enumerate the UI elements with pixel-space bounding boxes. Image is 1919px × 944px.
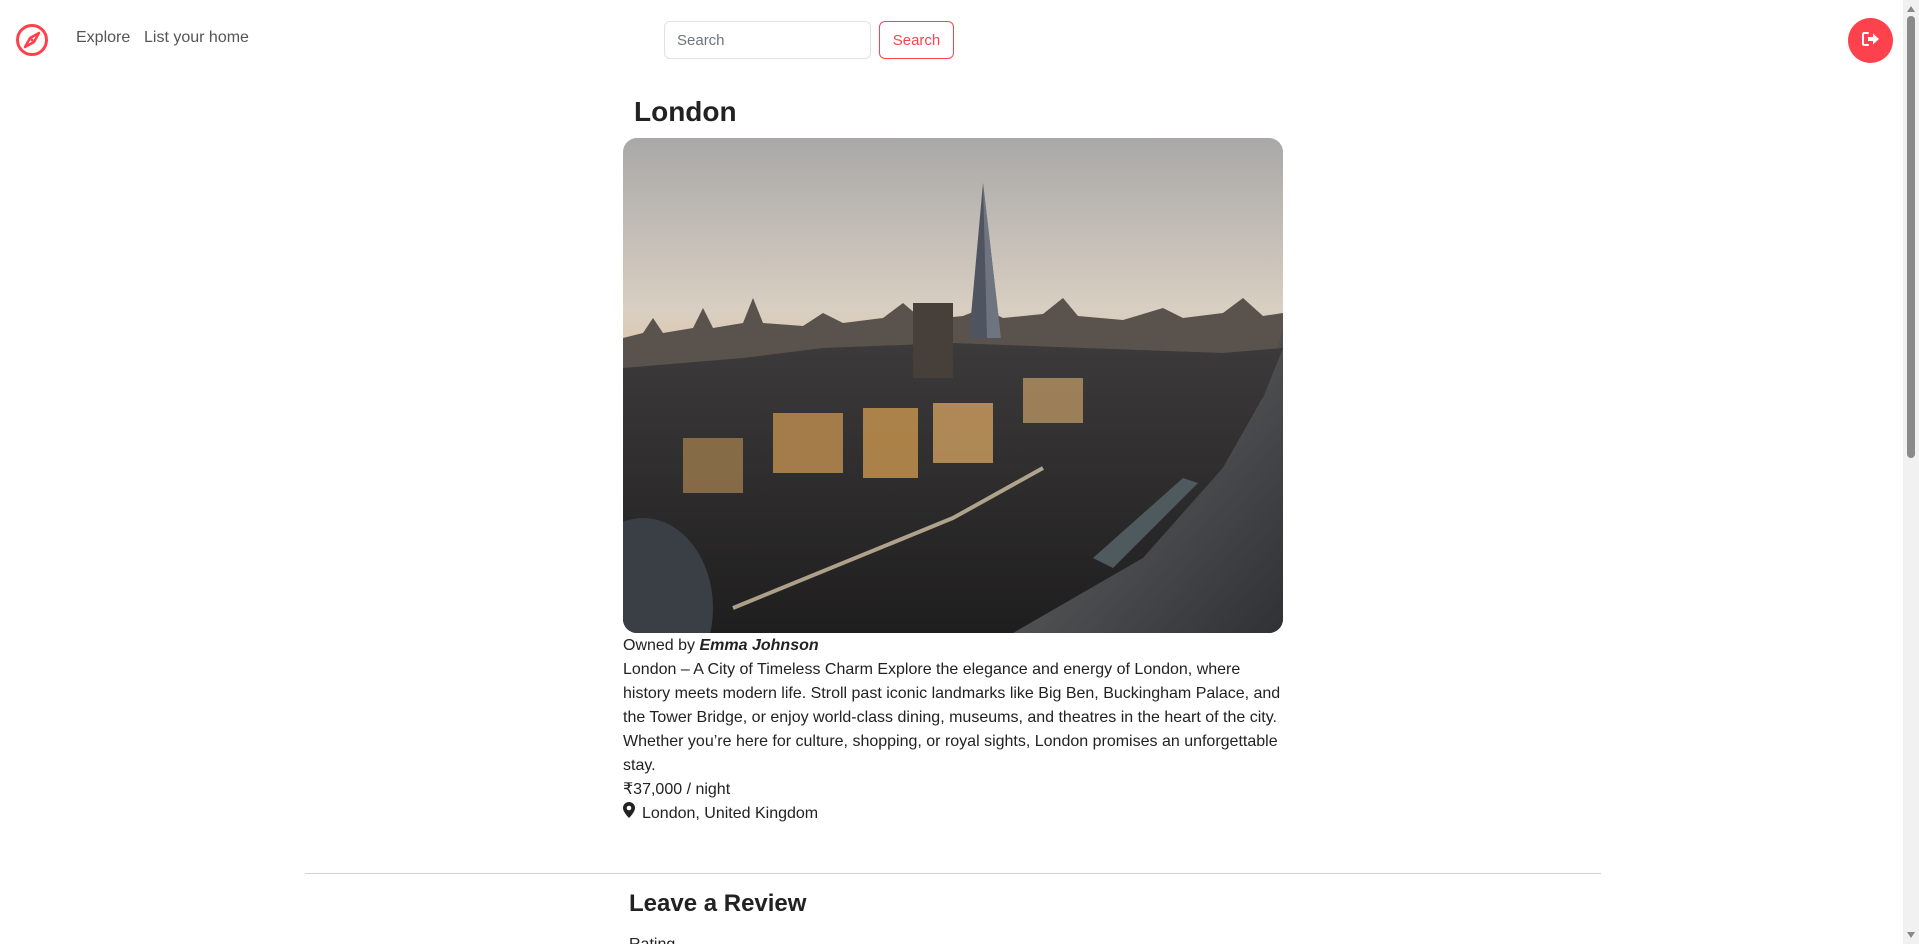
scrollbar-thumb[interactable] — [1907, 16, 1915, 458]
search-button[interactable]: Search — [879, 21, 954, 59]
nav-explore-link[interactable]: Explore — [76, 29, 130, 47]
page-scrollbar[interactable] — [1903, 0, 1919, 944]
logout-button[interactable] — [1848, 18, 1893, 63]
scroll-down-arrow-icon[interactable] — [1907, 932, 1915, 938]
compass-icon[interactable] — [15, 23, 49, 57]
scroll-up-arrow-icon[interactable] — [1907, 6, 1915, 12]
review-heading: Leave a Review — [629, 890, 807, 917]
rating-label: Rating — [629, 936, 675, 944]
listing-location: London, United Kingdom — [623, 802, 1285, 826]
owner-name: Emma Johnson — [699, 637, 819, 654]
search-input[interactable] — [664, 21, 871, 59]
listing-description: London – A City of Timeless Charm Explor… — [623, 661, 1281, 774]
section-divider — [305, 873, 1601, 874]
location-text: London, United Kingdom — [642, 805, 819, 822]
listing-details: Owned by Emma Johnson London – A City of… — [623, 634, 1285, 826]
owner-prefix: Owned by — [623, 637, 696, 654]
nav-list-home-link[interactable]: List your home — [144, 29, 249, 47]
owner-line: Owned by Emma Johnson — [623, 634, 1285, 658]
listing-title: London — [634, 96, 737, 127]
map-pin-icon — [623, 802, 635, 826]
page: Explore List your home Search London — [0, 0, 1919, 944]
listing-price: ₹37,000 / night — [623, 781, 731, 798]
sign-out-icon — [1861, 31, 1880, 50]
navbar: Explore List your home Search — [0, 0, 1900, 80]
listing-photo — [623, 138, 1283, 633]
